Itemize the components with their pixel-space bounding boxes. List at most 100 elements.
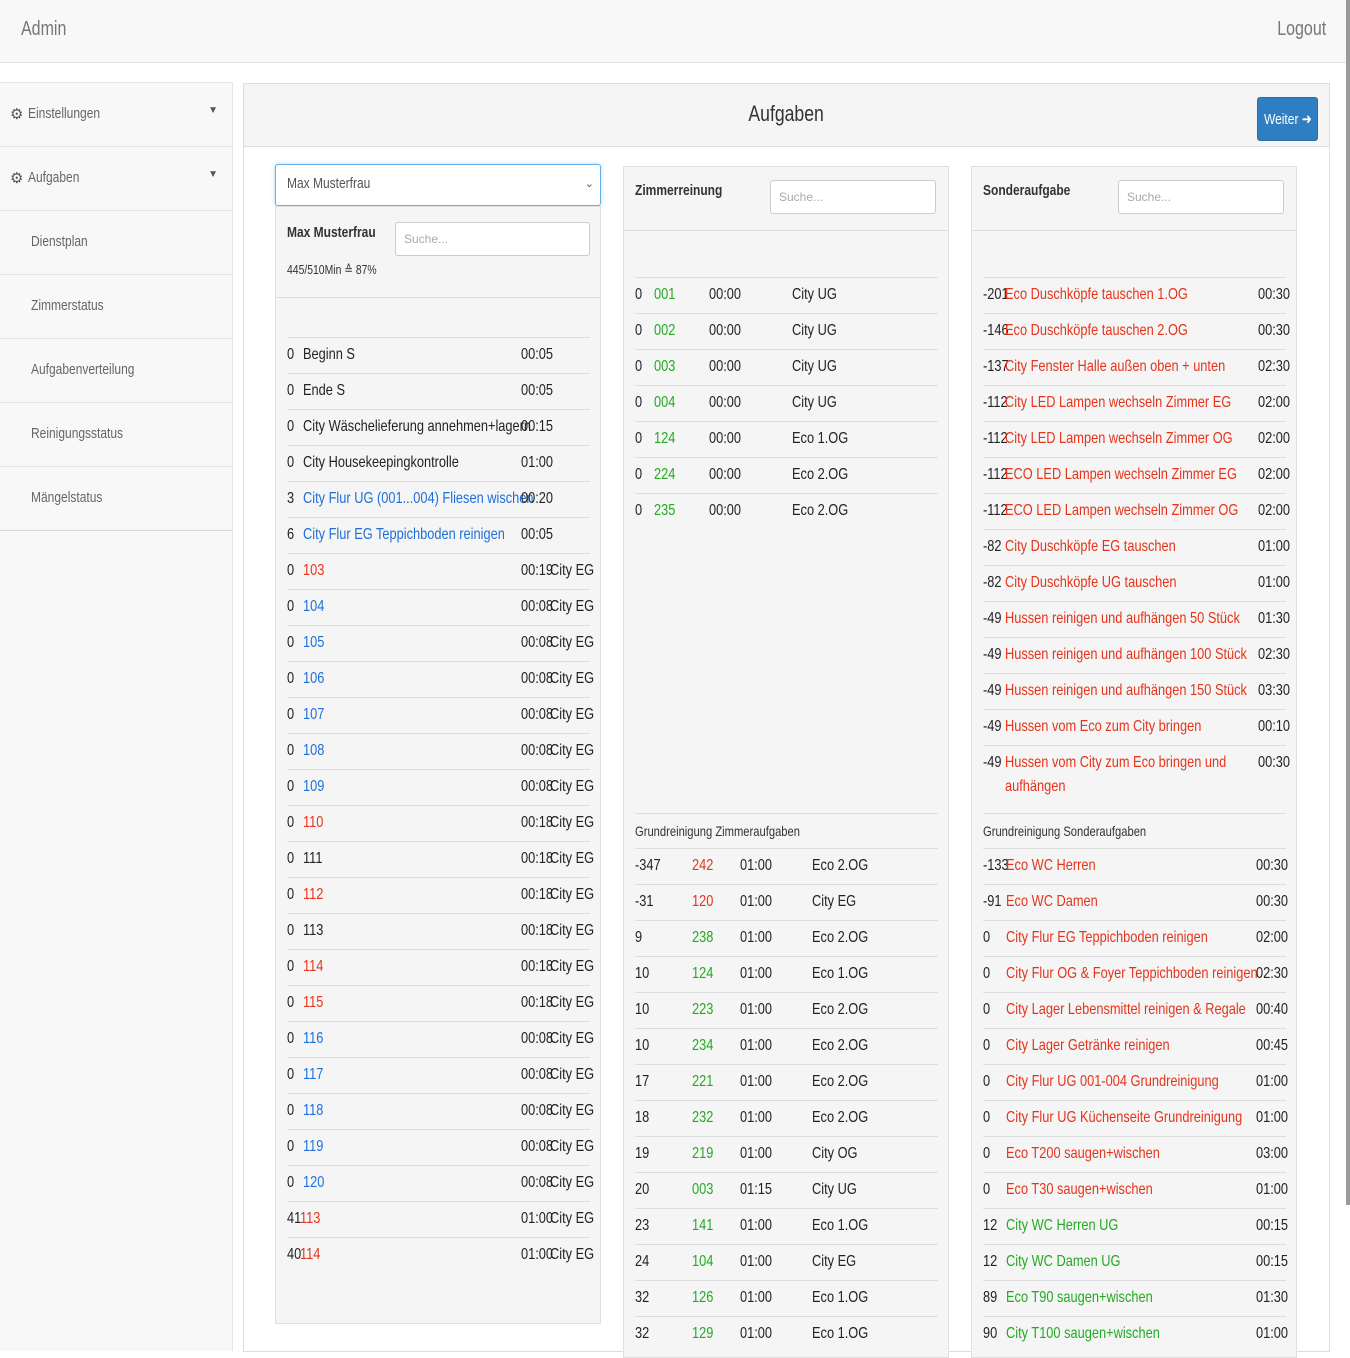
special-task-list: -201 Eco Duschköpfe tauschen 1.OG 00:30 -14… xyxy=(983,277,1290,802)
staff-task-row[interactable]: 0 119 00:08 City EG xyxy=(287,1129,594,1165)
staff-task-row[interactable]: 0 120 00:08 City EG xyxy=(287,1165,594,1201)
staff-task-row[interactable]: 6 City Flur EG Teppichboden reinigen 00:05 xyxy=(287,517,590,553)
room-search-input[interactable] xyxy=(770,180,936,214)
staff-task-row[interactable]: 3 City Flur UG (001...004) Fliesen wische… xyxy=(287,481,590,517)
deep-clean-room-row[interactable]: 17 221 01:00 Eco 2.OG xyxy=(635,1064,938,1100)
deep-clean-room-row[interactable]: 24 104 01:00 City EG xyxy=(635,1244,938,1280)
deep-clean-task-row[interactable]: 0 Eco T30 saugen+wischen 01:00 xyxy=(983,1172,1288,1208)
staff-task-row[interactable]: 0 Beginn S 00:05 xyxy=(287,337,590,373)
room-row[interactable]: 0 235 00:00 Eco 2.OG xyxy=(635,493,938,529)
staff-task-row[interactable]: 0 116 00:08 City EG xyxy=(287,1021,594,1057)
deep-clean-task-row[interactable]: 0 City Lager Getränke reinigen 00:45 xyxy=(983,1028,1288,1064)
room-row[interactable]: 0 003 00:00 City UG xyxy=(635,349,938,385)
task-count: 0 xyxy=(983,1001,991,1018)
special-task-row[interactable]: -49 Hussen vom City zum Eco bringen und au… xyxy=(983,745,1290,802)
deep-clean-task-row[interactable]: 90 City T100 saugen+wischen 01:00 xyxy=(983,1316,1288,1352)
staff-task-row[interactable]: 0 114 00:18 City EG xyxy=(287,949,594,985)
staff-search-input[interactable] xyxy=(395,222,590,256)
deep-clean-room-row[interactable]: 32 129 01:00 Eco 1.OG xyxy=(635,1316,938,1352)
sidebar-item-zimmerstatus[interactable]: Zimmerstatus xyxy=(0,275,232,339)
staff-task-row[interactable]: 0 City Wäschelieferung annehmen+lagern 00:… xyxy=(287,409,590,445)
staff-select[interactable]: Max Musterfrau ⌄ xyxy=(275,164,601,206)
task-label: Eco T90 saugen+wischen xyxy=(1006,1289,1153,1306)
special-task-row[interactable]: -49 Hussen vom Eco zum City bringen 00:10 xyxy=(983,709,1290,745)
deep-clean-room-row[interactable]: -31 120 01:00 City EG xyxy=(635,884,938,920)
deep-clean-room-row[interactable]: 23 141 01:00 Eco 1.OG xyxy=(635,1208,938,1244)
deep-clean-task-row[interactable]: -91 Eco WC Damen 00:30 xyxy=(983,884,1288,920)
deep-clean-task-row[interactable]: 0 City Lager Lebensmittel reinigen & Rega… xyxy=(983,992,1288,1028)
room-row[interactable]: 0 002 00:00 City UG xyxy=(635,313,938,349)
deep-clean-task-row[interactable]: 0 City Flur UG 001-004 Grundreinigung 01:0… xyxy=(983,1064,1288,1100)
deep-clean-room-row[interactable]: 10 124 01:00 Eco 1.OG xyxy=(635,956,938,992)
staff-task-row[interactable]: 0 110 00:18 City EG xyxy=(287,805,594,841)
next-button[interactable]: Weiter ➜ xyxy=(1257,97,1318,141)
room-row[interactable]: 0 001 00:00 City UG xyxy=(635,277,938,313)
deep-clean-task-row[interactable]: 12 City WC Herren UG 00:15 xyxy=(983,1208,1288,1244)
sidebar-item-einstellungen[interactable]: ⚙ ▼ Einstellungen xyxy=(0,83,232,147)
special-task-row[interactable]: -201 Eco Duschköpfe tauschen 1.OG 00:30 xyxy=(983,277,1290,313)
staff-task-row[interactable]: 0 112 00:18 City EG xyxy=(287,877,594,913)
staff-task-row[interactable]: 0 117 00:08 City EG xyxy=(287,1057,594,1093)
room-row[interactable]: 0 124 00:00 Eco 1.OG xyxy=(635,421,938,457)
deep-clean-room-row[interactable]: 18 232 01:00 Eco 2.OG xyxy=(635,1100,938,1136)
staff-task-row[interactable]: 0 111 00:18 City EG xyxy=(287,841,594,877)
deep-clean-room-row[interactable]: 20 003 01:15 City UG xyxy=(635,1172,938,1208)
sidebar-item-dienstplan[interactable]: Dienstplan xyxy=(0,211,232,275)
brand-title[interactable]: Admin xyxy=(21,18,78,41)
staff-task-row[interactable]: 0 115 00:18 City EG xyxy=(287,985,594,1021)
special-task-row[interactable]: -146 Eco Duschköpfe tauschen 2.OG 00:30 xyxy=(983,313,1290,349)
room-time: 01:00 xyxy=(740,857,773,874)
staff-task-row[interactable]: 0 118 00:08 City EG xyxy=(287,1093,594,1129)
special-search-input[interactable] xyxy=(1118,180,1284,214)
staff-task-row[interactable]: 0 106 00:08 City EG xyxy=(287,661,594,697)
deep-clean-task-row[interactable]: 0 Eco T200 saugen+wischen 03:00 xyxy=(983,1136,1288,1172)
sidebar-item-reinigungsstatus[interactable]: Reinigungsstatus xyxy=(0,403,232,467)
special-task-row[interactable]: -112 City LED Lampen wechseln Zimmer EG 02… xyxy=(983,385,1290,421)
task-time: 01:00 xyxy=(1256,1325,1289,1342)
special-task-row[interactable]: -82 City Duschköpfe UG tauschen 01:00 xyxy=(983,565,1290,601)
room-row[interactable]: 0 224 00:00 Eco 2.OG xyxy=(635,457,938,493)
staff-task-row[interactable]: 0 113 00:18 City EG xyxy=(287,913,594,949)
staff-task-row[interactable]: 0 109 00:08 City EG xyxy=(287,769,594,805)
staff-task-row[interactable]: 0 105 00:08 City EG xyxy=(287,625,594,661)
staff-task-row[interactable]: 41 113 01:00 City EG xyxy=(287,1201,594,1237)
special-task-row[interactable]: -49 Hussen reinigen und aufhängen 50 Stüc… xyxy=(983,601,1290,637)
sidebar-item-maengelstatus[interactable]: Mängelstatus xyxy=(0,467,232,531)
logout-link[interactable]: Logout xyxy=(1265,18,1326,41)
room-row[interactable]: 0 004 00:00 City UG xyxy=(635,385,938,421)
staff-task-row[interactable]: 40 114 01:00 City EG xyxy=(287,1237,594,1273)
deep-clean-task-row[interactable]: 0 City Flur UG Küchenseite Grundreinigung… xyxy=(983,1100,1288,1136)
special-task-row[interactable]: -137 City Fenster Halle außen oben + unte… xyxy=(983,349,1290,385)
deep-clean-room-row[interactable]: 10 234 01:00 Eco 2.OG xyxy=(635,1028,938,1064)
deep-clean-task-row[interactable]: -133 Eco WC Herren 00:30 xyxy=(983,848,1288,884)
special-task-row[interactable]: -49 Hussen reinigen und aufhängen 100 Stü… xyxy=(983,637,1290,673)
deep-clean-task-row[interactable]: 89 Eco T90 saugen+wischen 01:30 xyxy=(983,1280,1288,1316)
room-count: 19 xyxy=(635,1145,650,1162)
task-time: 00:05 xyxy=(521,526,554,543)
staff-task-list: 0 Beginn S 00:05 0 Ende S 00:05 0 City Wäscheli… xyxy=(287,337,594,1273)
special-task-row[interactable]: -82 City Duschköpfe EG tauschen 01:00 xyxy=(983,529,1290,565)
task-count: -49 xyxy=(983,646,1002,663)
special-task-row[interactable]: -112 ECO LED Lampen wechseln Zimmer EG 02:… xyxy=(983,457,1290,493)
special-task-row[interactable]: -112 ECO LED Lampen wechseln Zimmer OG 02:… xyxy=(983,493,1290,529)
staff-task-row[interactable]: 0 107 00:08 City EG xyxy=(287,697,594,733)
deep-clean-room-row[interactable]: 10 223 01:00 Eco 2.OG xyxy=(635,992,938,1028)
special-task-row[interactable]: -49 Hussen reinigen und aufhängen 150 Stü… xyxy=(983,673,1290,709)
staff-task-row[interactable]: 0 Ende S 00:05 xyxy=(287,373,590,409)
special-task-row[interactable]: -112 City LED Lampen wechseln Zimmer OG 02… xyxy=(983,421,1290,457)
deep-clean-task-row[interactable]: 0 City Flur OG & Foyer Teppichboden reini… xyxy=(983,956,1288,992)
sidebar-item-aufgaben[interactable]: ⚙ ▼ Aufgaben xyxy=(0,147,232,211)
task-label: 104 xyxy=(303,598,325,615)
deep-clean-room-row[interactable]: 19 219 01:00 City OG xyxy=(635,1136,938,1172)
deep-clean-room-row[interactable]: 9 238 01:00 Eco 2.OG xyxy=(635,920,938,956)
deep-clean-task-row[interactable]: 12 City WC Damen UG 00:15 xyxy=(983,1244,1288,1280)
deep-clean-task-row[interactable]: 0 City Flur EG Teppichboden reinigen 02:00 xyxy=(983,920,1288,956)
deep-clean-room-row[interactable]: -347 242 01:00 Eco 2.OG xyxy=(635,848,938,884)
sidebar-item-aufgabenverteilung[interactable]: Aufgabenverteilung xyxy=(0,339,232,403)
deep-clean-room-row[interactable]: 32 126 01:00 Eco 1.OG xyxy=(635,1280,938,1316)
staff-task-row[interactable]: 0 108 00:08 City EG xyxy=(287,733,594,769)
staff-task-row[interactable]: 0 103 00:19 City EG xyxy=(287,553,594,589)
window-scrollbar[interactable] xyxy=(1346,0,1350,1205)
staff-task-row[interactable]: 0 City Housekeepingkontrolle 01:00 xyxy=(287,445,590,481)
staff-task-row[interactable]: 0 104 00:08 City EG xyxy=(287,589,594,625)
